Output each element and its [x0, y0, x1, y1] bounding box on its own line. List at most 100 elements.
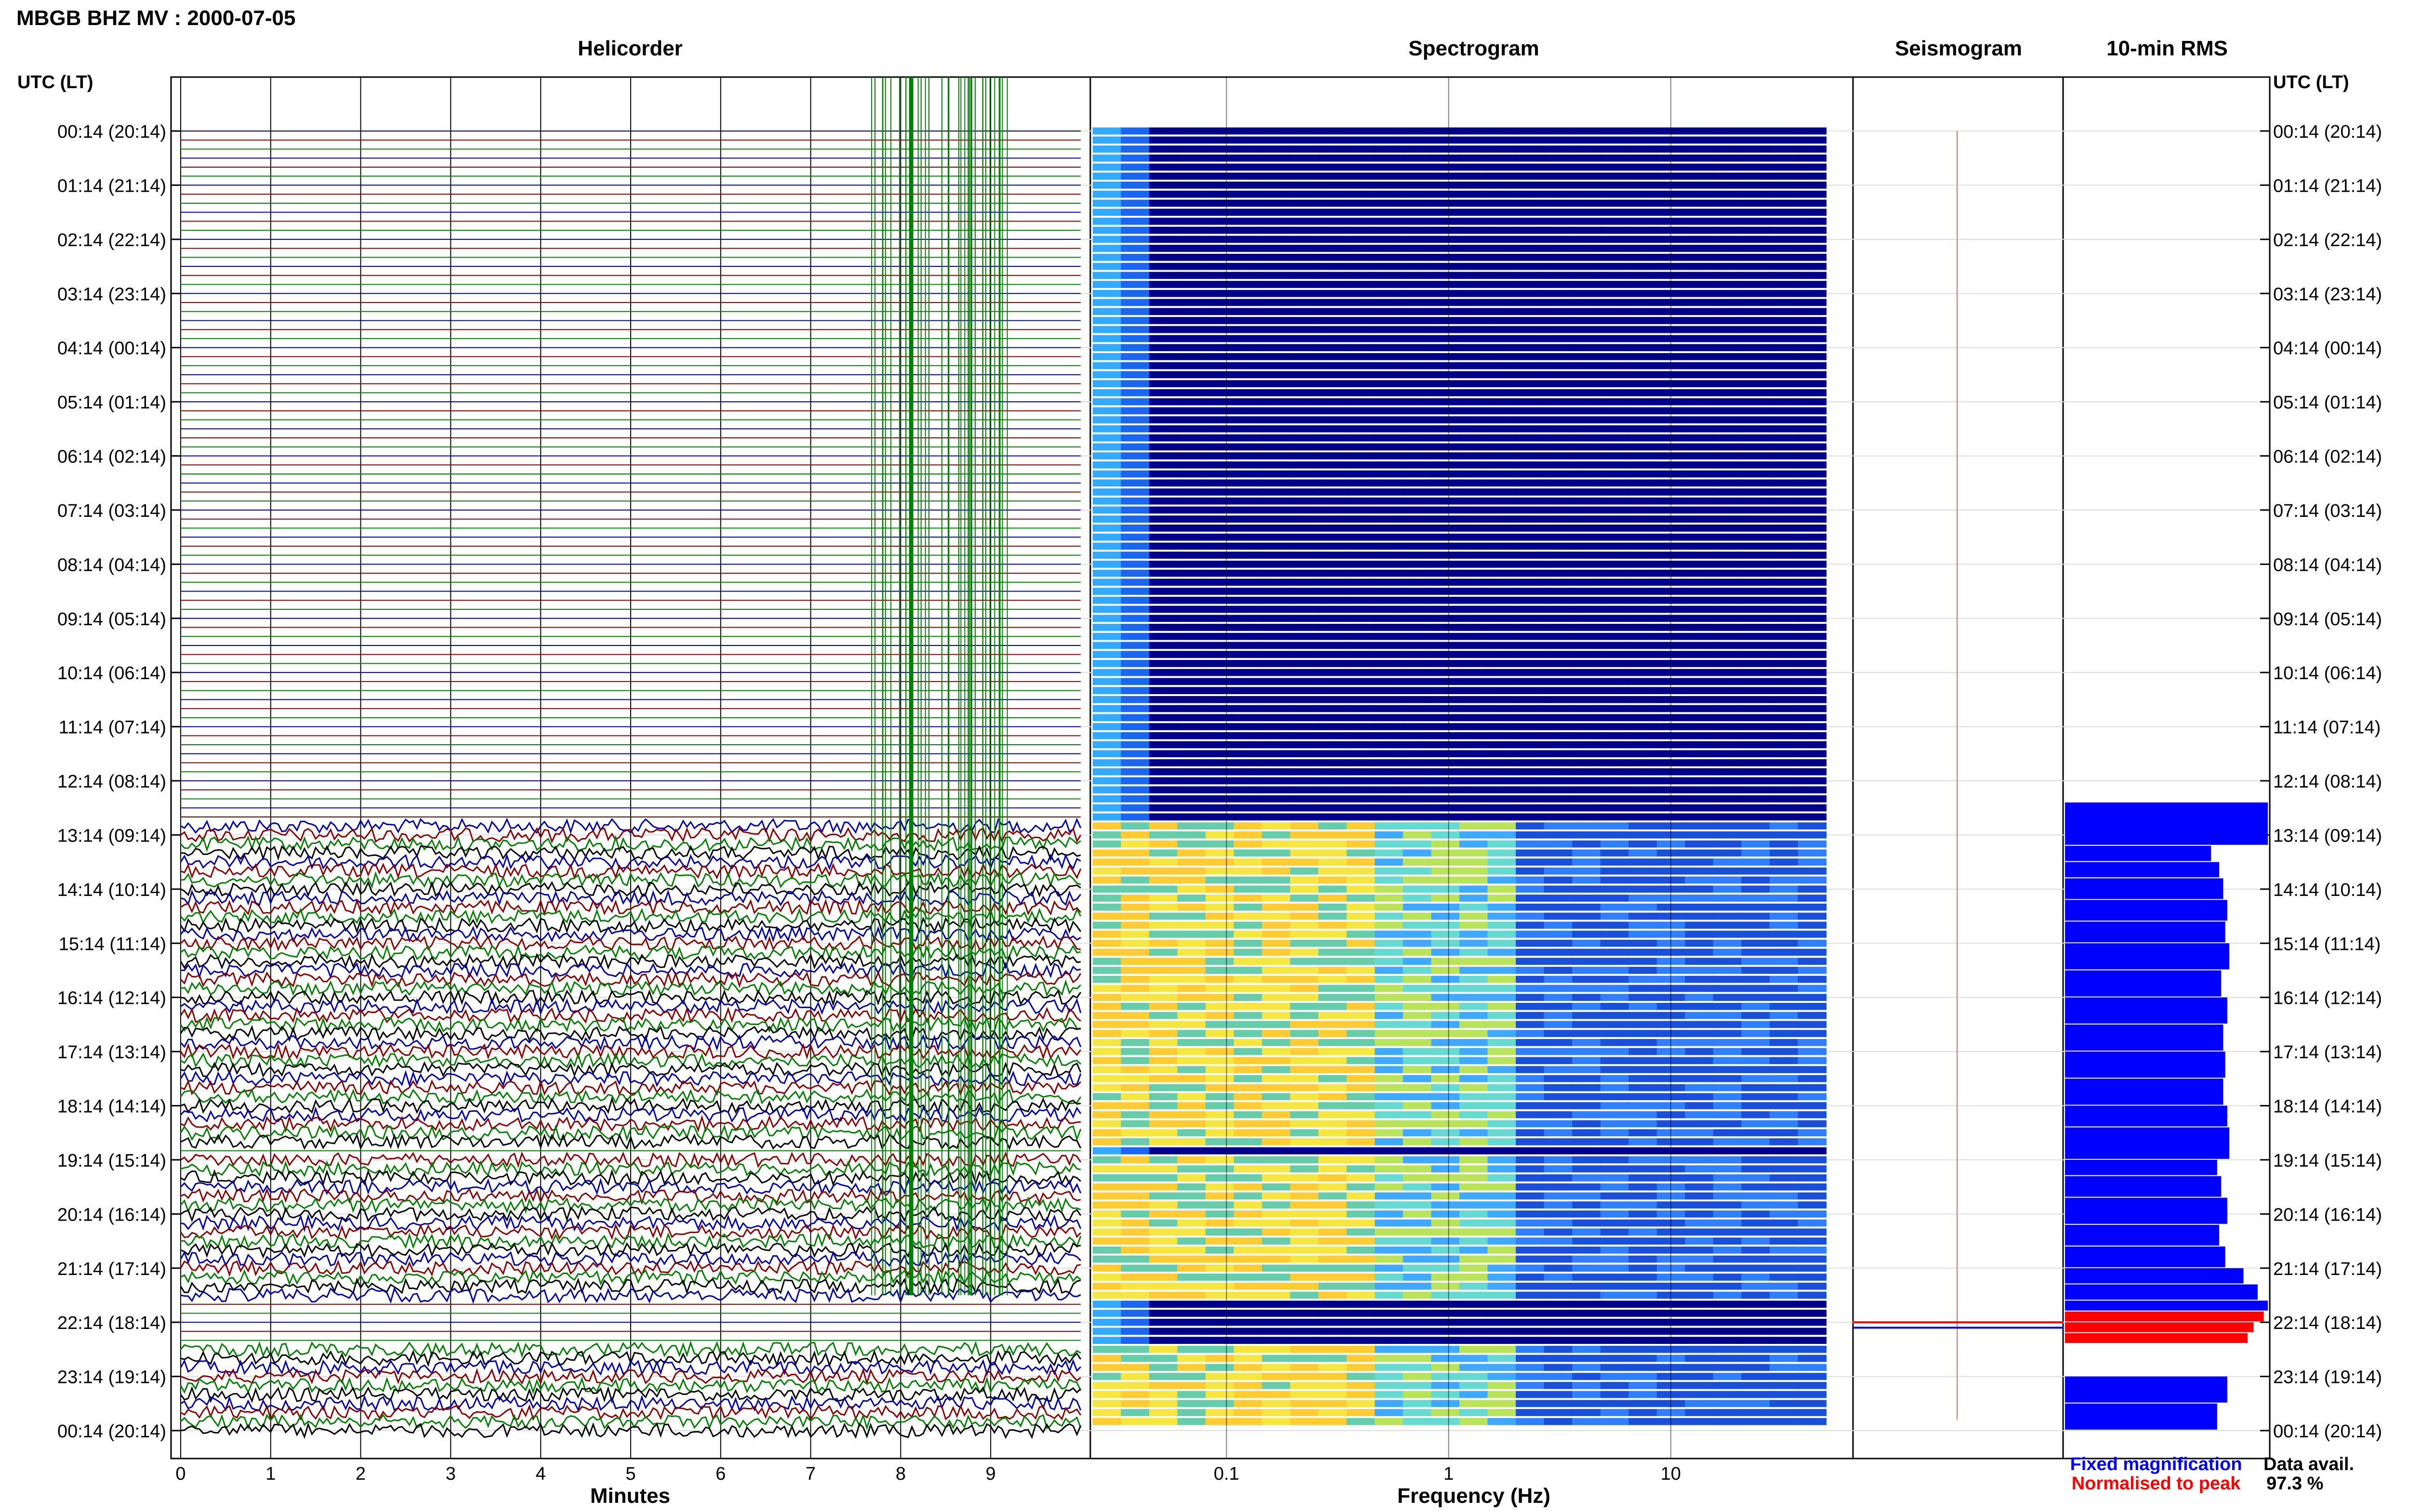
time-tick-label-right: 07:14 (03:14) [2273, 501, 2382, 521]
spectrogram-cell [1600, 199, 1629, 207]
spectrogram-cell [1233, 1409, 1263, 1416]
spectrogram-cell [1741, 163, 1770, 171]
spectrogram-cell [1262, 136, 1291, 144]
spectrogram-cell [1149, 218, 1178, 225]
spectrogram-cell [1205, 236, 1234, 243]
spectrogram-cell [1600, 561, 1629, 568]
spectrogram-title: Spectrogram [1408, 37, 1539, 60]
spectrogram-cell [1544, 759, 1573, 766]
spectrogram-cell [1318, 317, 1347, 324]
rms-bar [2065, 1078, 2224, 1105]
spectrogram-cell [1149, 931, 1178, 938]
spectrogram-cell [1318, 542, 1347, 550]
spectrogram-cell [1149, 236, 1178, 243]
spectrogram-cell [1290, 795, 1319, 802]
spectrogram-cell [1262, 362, 1291, 369]
spectrogram-cell [1600, 1291, 1629, 1299]
spectrogram-cell [1572, 1111, 1601, 1118]
spectrogram-cell [1318, 371, 1347, 379]
spectrogram-cell [1741, 353, 1770, 360]
spectrogram-cell [1318, 561, 1347, 568]
rms-bar [2065, 1268, 2244, 1284]
spectrogram-cell [1121, 452, 1150, 460]
spectrogram-cell [1516, 443, 1545, 451]
spectrogram-cell [1149, 272, 1178, 279]
spectrogram-cell [1713, 1039, 1742, 1046]
spectrogram-cell [1233, 506, 1263, 514]
spectrogram-cell [1290, 380, 1319, 387]
spectrogram-cell [1149, 1373, 1178, 1380]
spectrogram-cell [1769, 1255, 1799, 1263]
rms-bar [2065, 1246, 2225, 1267]
spectrogram-cell [1121, 506, 1150, 514]
time-tick-label-right: 03:14 (23:14) [2273, 284, 2382, 304]
spectrogram-cell [1093, 912, 1122, 920]
spectrogram-cell [1600, 1418, 1629, 1425]
spectrogram-cell [1375, 1084, 1403, 1091]
spectrogram-cell [1544, 1012, 1573, 1019]
spectrogram-cell [1600, 903, 1629, 911]
spectrogram-cell [1544, 1003, 1573, 1010]
spectrogram-cell [1685, 182, 1714, 189]
spectrogram-cell [1262, 615, 1291, 622]
time-tick-label-left: 18:14 (14:14) [57, 1097, 166, 1117]
spectrogram-cell [1459, 732, 1488, 739]
spectrogram-cell [1487, 678, 1516, 685]
spectrogram-cell [1572, 1201, 1601, 1209]
spectrogram-cell [1713, 1165, 1742, 1172]
spectrogram-cell [1600, 380, 1629, 387]
spectrogram-cell [1516, 434, 1545, 442]
spectrogram-cell [1459, 1373, 1488, 1380]
spectrogram-cell [1205, 777, 1234, 785]
spectrogram-cell [1628, 497, 1657, 505]
spectrogram-cell [1798, 1021, 1827, 1028]
spectrogram-cell [1177, 1255, 1206, 1263]
spectrogram-cell [1205, 804, 1234, 812]
spectrogram-cell [1628, 912, 1657, 920]
spectrogram-cell [1205, 1418, 1234, 1425]
spectrogram-cell [1798, 1156, 1827, 1164]
spectrogram-cell [1459, 1382, 1488, 1389]
spectrogram-cell [1093, 1183, 1122, 1191]
spectrogram-cell [1431, 1219, 1460, 1227]
spectrogram-cell [1544, 1264, 1573, 1272]
spectrogram-cell [1093, 1084, 1122, 1091]
spectrogram-cell [1713, 1255, 1742, 1263]
spectrogram-cell [1741, 994, 1770, 1001]
spectrogram-cell [1459, 272, 1488, 279]
spectrogram-cell [1318, 687, 1347, 694]
spectrogram-cell [1290, 1201, 1319, 1209]
spectrogram-cell [1262, 1310, 1291, 1317]
spectrogram-cell [1403, 1337, 1432, 1344]
spectrogram-cell [1769, 1156, 1799, 1164]
spectrogram-cell [1205, 1048, 1234, 1055]
spectrogram-cell [1262, 172, 1291, 180]
spectrogram-cell [1544, 569, 1573, 577]
spectrogram-cell [1769, 759, 1799, 766]
spectrogram-cell [1572, 470, 1601, 478]
spectrogram-cell [1544, 678, 1573, 685]
spectrogram-cell [1600, 1156, 1629, 1164]
spectrogram-cell [1798, 1102, 1827, 1109]
spectrogram-cell [1290, 1183, 1319, 1191]
legend-normalised-to-peak: Normalised to peak [2072, 1473, 2241, 1494]
spectrogram-cell [1346, 1310, 1376, 1317]
spectrogram-cell [1798, 651, 1827, 658]
spectrogram-cell [1346, 1318, 1376, 1326]
spectrogram-cell [1093, 705, 1122, 712]
spectrogram-cell [1628, 561, 1657, 568]
spectrogram-cell [1459, 1246, 1488, 1254]
spectrogram-cell [1685, 289, 1714, 297]
spectrogram-cell [1205, 145, 1234, 153]
spectrogram-cell [1149, 1264, 1178, 1272]
spectrogram-cell [1262, 705, 1291, 712]
spectrogram-cell [1318, 1373, 1347, 1380]
spectrogram-cell [1769, 525, 1799, 532]
spectrogram-cell [1487, 497, 1516, 505]
spectrogram-cell [1290, 1318, 1319, 1326]
spectrogram-cell [1205, 452, 1234, 460]
spectrogram-cell [1628, 136, 1657, 144]
spectrogram-cell [1262, 1318, 1291, 1326]
rms-bar [2065, 1176, 2222, 1197]
spectrogram-cell [1713, 569, 1742, 577]
